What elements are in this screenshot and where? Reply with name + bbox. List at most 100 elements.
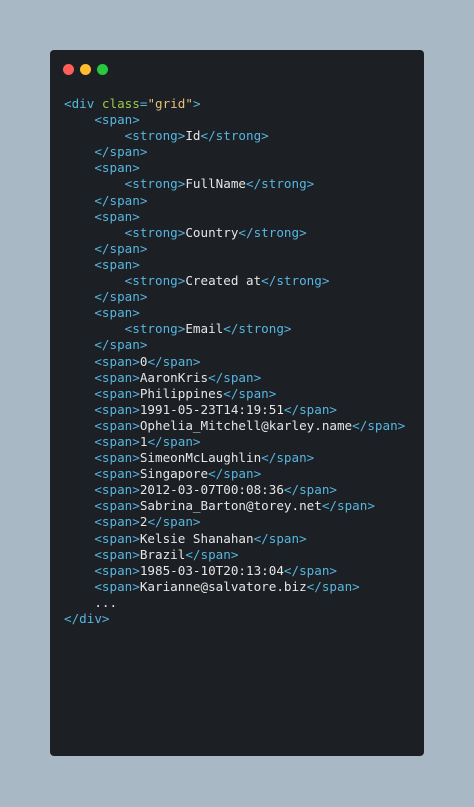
code-line: <span> [64,112,420,128]
minimize-dot-icon[interactable] [80,64,91,75]
code-token-tag: <span> [94,546,140,562]
code-token-tag: </span> [261,450,315,466]
code-line: <span>2</span> [64,514,420,530]
code-token-tag: </span> [94,337,148,353]
code-token-tag: <span> [94,256,140,272]
code-token-tag: </strong> [261,273,330,289]
code-line: <span>Kelsie Shanahan</span> [64,531,420,547]
code-line: </span> [64,241,420,257]
code-token-tag: <span> [94,433,140,449]
code-token-tag: <span> [94,369,140,385]
code-window: <div class="grid"> <span> <strong>Id</st… [50,50,424,756]
code-token-tag: <span> [94,466,140,482]
code-block: <div class="grid"> <span> <strong>Id</st… [64,96,420,627]
code-token-txt: Created at [185,273,262,289]
code-line: <span>AaronKris</span> [64,370,420,386]
code-token-tag: </span> [185,546,239,562]
code-line: <span>Singapore</span> [64,466,420,482]
code-line: <span>Sabrina_Barton@torey.net</span> [64,498,420,514]
code-token-txt: 1985-03-10T20:13:04 [139,562,284,578]
code-token-tag: <span> [94,385,140,401]
code-line: <span>SimeonMcLaughlin</span> [64,450,420,466]
code-token-tag: <span> [94,578,140,594]
code-line: <span>Brazil</span> [64,547,420,563]
code-token-tag: </span> [147,514,201,530]
code-token-tag: > [192,96,201,111]
code-token-tag: </span> [283,401,337,417]
code-token-txt: 1991-05-23T14:19:51 [139,401,284,417]
code-token-tag: <span> [94,401,140,417]
code-line: <span>Philippines</span> [64,386,420,402]
code-token-txt: Ophelia_Mitchell@karley.name [139,417,353,433]
code-line: <span>1985-03-10T20:13:04</span> [64,563,420,579]
code-token-tag: <span> [94,353,140,369]
code-token-tag: </strong> [238,224,307,240]
code-token-txt: Philippines [139,385,224,401]
code-line: <div class="grid"> [64,96,420,112]
code-line: </span> [64,337,420,353]
code-line: <span>1991-05-23T14:19:51</span> [64,402,420,418]
code-token-txt: Brazil [139,546,186,562]
code-token-tag: <strong> [124,224,186,240]
code-line: <strong>Country</strong> [64,225,420,241]
code-token-tag: </span> [147,353,201,369]
code-token-tag: <strong> [124,176,186,192]
code-token-tag: <span> [94,160,140,176]
code-token-tag: </span> [321,498,375,514]
code-token-tag: <strong> [124,273,186,289]
close-dot-icon[interactable] [63,64,74,75]
code-token-tag: <strong> [124,128,186,144]
code-token-txt: Sabrina_Barton@torey.net [139,498,322,514]
code-token-tag: </span> [147,433,201,449]
code-token-txt: Email [185,321,224,337]
code-token-tag: <span> [94,417,140,433]
code-token-tag: <span> [94,514,140,530]
code-token-txt: Id [185,128,201,144]
code-line: <span>2012-03-07T00:08:36</span> [64,482,420,498]
code-token-tag: </span> [208,466,262,482]
code-token-tag: </span> [352,417,406,433]
code-token-tag: <div [64,96,102,111]
code-line: <strong>Email</strong> [64,321,420,337]
code-line: <strong>FullName</strong> [64,176,420,192]
code-token-txt: Singapore [139,466,209,482]
code-line: </span> [64,289,420,305]
code-token-tag: </span> [208,369,262,385]
code-token-txt: FullName [185,176,247,192]
window-controls [63,64,108,75]
code-token-tag: <span> [94,530,140,546]
code-line: <span>1</span> [64,434,420,450]
code-token-tag: <span> [94,208,140,224]
code-token-str: "grid" [147,96,193,111]
code-token-tag: <span> [94,305,140,321]
code-line: ... [64,595,420,611]
code-token-tag: </span> [94,240,148,256]
code-line: <strong>Created at</strong> [64,273,420,289]
maximize-dot-icon[interactable] [97,64,108,75]
code-token-txt: Country [185,224,239,240]
code-token-tag: </strong> [246,176,315,192]
code-line: <span> [64,257,420,273]
code-token-tag: </span> [283,562,337,578]
code-token-txt: Karianne@salvatore.biz [139,578,307,594]
code-token-tag: </span> [94,192,148,208]
